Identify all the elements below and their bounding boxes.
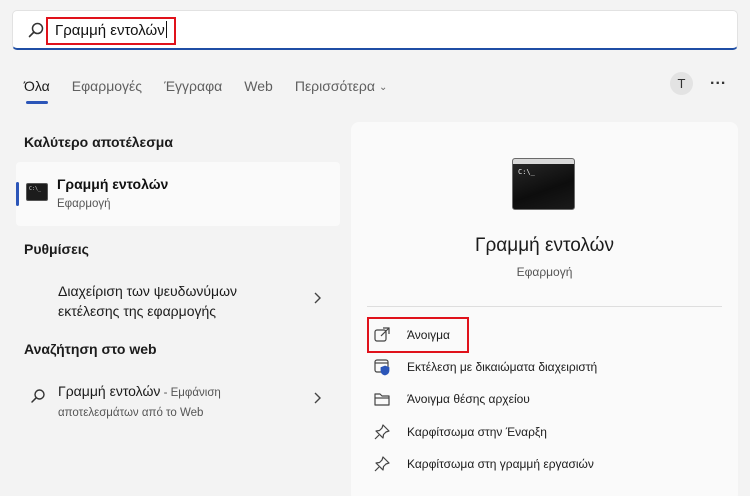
pin-icon <box>374 424 390 440</box>
action-pin-to-taskbar-label: Καρφίτσωμα στη γραμμή εργασιών <box>407 457 594 471</box>
action-run-as-admin[interactable]: Εκτέλεση με δικαιώματα διαχειριστή <box>373 356 597 378</box>
tab-apps[interactable]: Εφαρμογές <box>72 78 142 94</box>
filter-tabs: Όλα Εφαρμογές Έγγραφα Web Περισσότερα ⌄ <box>24 76 409 104</box>
tab-all[interactable]: Όλα <box>24 78 50 104</box>
best-match-type: Εφαρμογή <box>57 198 111 210</box>
more-options-button[interactable]: ... <box>710 71 726 89</box>
action-pin-to-start-label: Καρφίτσωμα στην Έναρξη <box>407 425 547 439</box>
search-icon <box>31 389 45 403</box>
web-search-result[interactable]: Γραμμή εντολών - Εμφάνιση αποτελεσμάτων … <box>58 381 308 423</box>
web-search-sub: αποτελεσμάτων από το Web <box>58 407 204 419</box>
chevron-right-icon[interactable] <box>312 292 322 304</box>
web-search-suffix: - Εμφάνιση <box>160 387 221 399</box>
open-external-icon <box>374 327 390 342</box>
action-open-label: Άνοιγμα <box>407 328 450 342</box>
action-open-file-location-label: Άνοιγμα θέσης αρχείου <box>407 392 530 406</box>
action-open-file-location[interactable]: Άνοιγμα θέσης αρχείου <box>373 388 530 410</box>
settings-result-item[interactable]: Διαχείριση των ψευδωνύμων εκτέλεσης της … <box>58 281 237 321</box>
detail-app-title: Γραμμή εντολών <box>475 235 614 256</box>
command-prompt-text: C:\_ <box>518 168 535 176</box>
tab-documents[interactable]: Έγγραφα <box>164 78 222 94</box>
action-pin-to-taskbar[interactable]: Καρφίτσωμα στη γραμμή εργασιών <box>373 453 594 475</box>
divider <box>367 306 722 307</box>
text-caret <box>165 21 167 38</box>
command-prompt-icon: C:\_ <box>512 158 575 210</box>
search-bar[interactable]: Γραμμή εντολών <box>12 10 738 50</box>
tab-more[interactable]: Περισσότερα ⌄ <box>295 78 388 94</box>
action-pin-to-start[interactable]: Καρφίτσωμα στην Έναρξη <box>373 421 547 443</box>
best-match-heading: Καλύτερο αποτέλεσμα <box>24 134 173 150</box>
settings-heading: Ρυθμίσεις <box>24 241 89 257</box>
folder-icon <box>374 393 390 406</box>
action-open[interactable]: Άνοιγμα <box>373 324 450 346</box>
web-search-heading: Αναζήτηση στο web <box>24 341 157 357</box>
chevron-right-icon[interactable] <box>312 392 322 404</box>
action-run-as-admin-label: Εκτέλεση με δικαιώματα διαχειριστή <box>407 360 598 374</box>
chevron-down-icon: ⌄ <box>378 82 388 93</box>
detail-panel: C:\_ Γραμμή εντολών Εφαρμογή Άνοιγμα Εκτ… <box>351 122 738 496</box>
tab-more-label: Περισσότερα <box>294 78 375 94</box>
search-input[interactable]: Γραμμή εντολών <box>46 17 176 45</box>
pin-icon <box>374 456 390 472</box>
web-search-query: Γραμμή εντολών <box>58 383 161 399</box>
avatar[interactable]: T <box>670 72 693 95</box>
best-match-name: Γραμμή εντολών <box>57 176 169 192</box>
best-match-item[interactable]: Γραμμή εντολών Εφαρμογή <box>16 162 340 226</box>
search-icon <box>28 22 44 38</box>
settings-item-line2: εκτέλεσης της εφαρμογής <box>58 303 217 319</box>
tab-web[interactable]: Web <box>244 78 273 94</box>
settings-item-line1: Διαχείριση των ψευδωνύμων <box>58 283 238 299</box>
selection-indicator <box>16 182 19 206</box>
admin-shield-icon <box>374 359 390 376</box>
search-query: Γραμμή εντολών <box>55 22 165 39</box>
detail-app-type: Εφαρμογή <box>516 265 573 279</box>
command-prompt-icon <box>26 183 48 201</box>
